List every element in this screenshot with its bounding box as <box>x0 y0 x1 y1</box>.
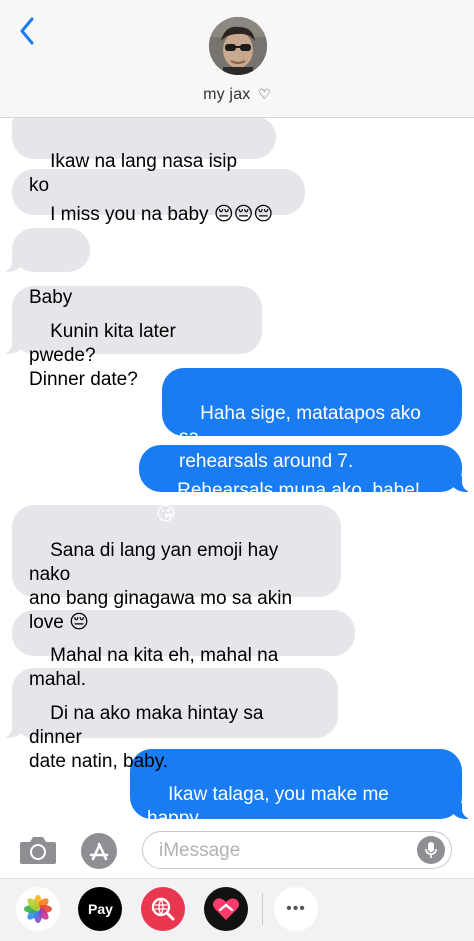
contact-name-text: my jax <box>203 86 251 103</box>
message-bubble-received[interactable]: Baby <box>0 228 90 308</box>
back-button[interactable] <box>14 16 40 46</box>
chevron-left-icon <box>20 17 34 45</box>
message-bubble-sent[interactable]: Ikaw talaga, you make me happy everyday.… <box>130 749 474 829</box>
apple-pay-label: Pay <box>88 901 113 917</box>
camera-button[interactable] <box>18 834 58 866</box>
message-text: I miss you na baby 😔😔😔 <box>50 204 274 225</box>
heart-touch-icon <box>213 898 239 920</box>
message-bubble-received[interactable]: I miss you na baby 😔😔😔 <box>12 169 305 225</box>
globe-search-icon <box>151 897 175 921</box>
more-apps-button[interactable]: ••• <box>274 887 318 931</box>
app-drawer: Pay ••• <box>0 878 474 941</box>
photos-icon <box>24 895 52 923</box>
message-bubble-received[interactable]: Ikaw na lang nasa isip ko <box>12 118 276 196</box>
imessage-input[interactable]: iMessage <box>142 831 452 869</box>
camera-icon <box>20 837 56 864</box>
more-icon: ••• <box>286 900 306 917</box>
contact-avatar[interactable] <box>209 17 267 75</box>
digital-touch-button[interactable] <box>204 887 248 931</box>
search-images-button[interactable] <box>141 887 185 931</box>
app-store-button[interactable] <box>80 832 118 870</box>
message-bubble-received[interactable]: Sana di lang yan emoji hay nako ano bang… <box>12 505 341 633</box>
message-text: Kunin kita later pwede? Dinner date? <box>29 321 176 390</box>
compose-bar: iMessage <box>0 822 474 878</box>
imessage-placeholder: iMessage <box>159 840 241 861</box>
app-store-icon <box>81 833 117 869</box>
heart-glyph: ♡ <box>258 86 271 102</box>
avatar-photo <box>209 17 267 75</box>
message-text: Baby <box>29 287 73 308</box>
message-bubble-sent[interactable]: Haha sige, matatapos ako sa rehearsals a… <box>162 368 462 472</box>
contact-name[interactable]: my jax ♡ <box>0 86 474 104</box>
dictation-button[interactable] <box>417 836 445 864</box>
microphone-icon <box>425 842 437 858</box>
photos-app-button[interactable] <box>16 887 60 931</box>
conversation-header: my jax ♡ <box>0 0 474 118</box>
apple-pay-button[interactable]: Pay <box>78 887 122 931</box>
message-thread[interactable]: Ikaw na lang nasa isip ko I miss you na … <box>0 118 474 830</box>
drawer-divider <box>262 893 263 925</box>
